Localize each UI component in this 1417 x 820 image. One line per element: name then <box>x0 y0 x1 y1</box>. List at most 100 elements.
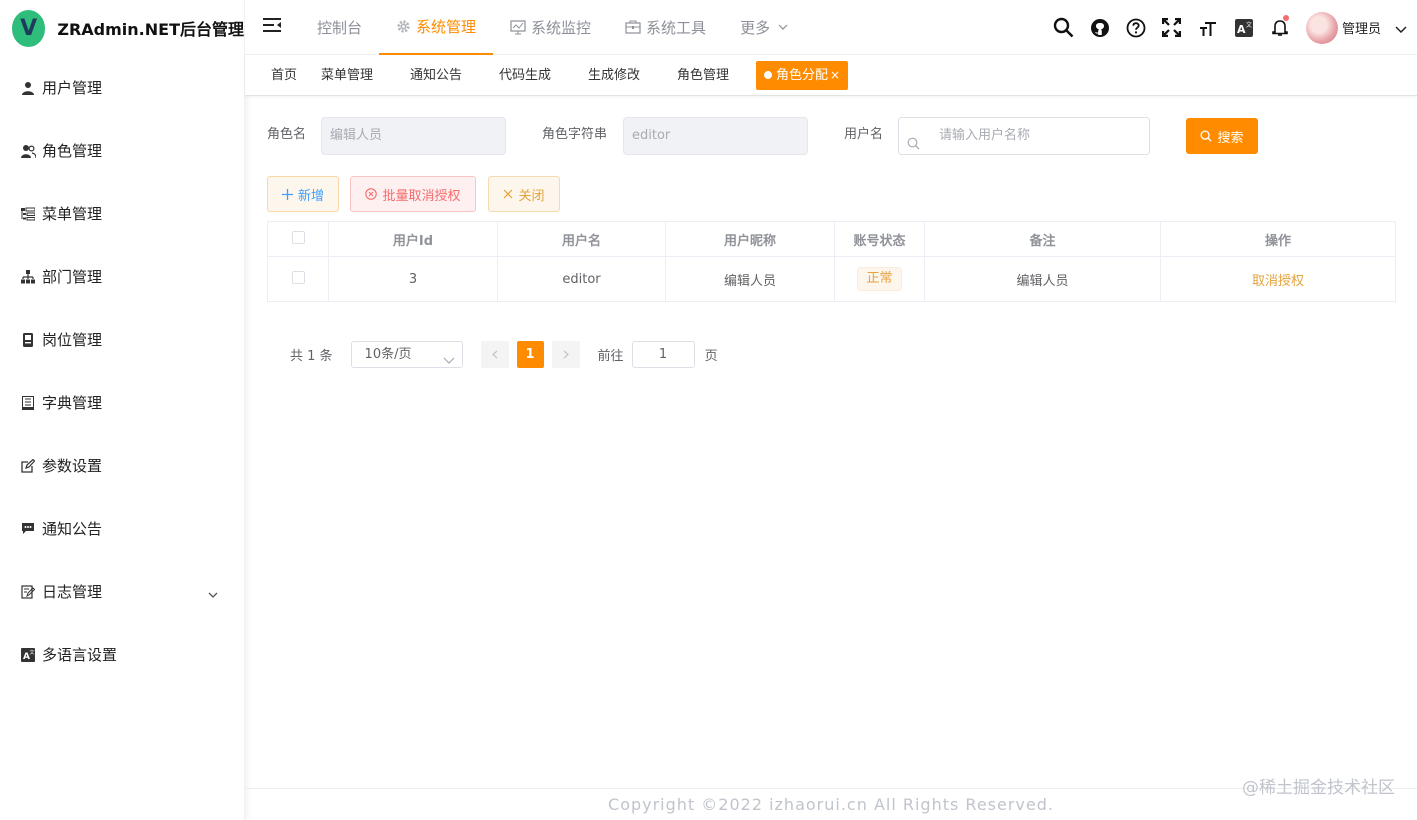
logo[interactable]: V ZRAdmin.NET后台管理 <box>0 0 244 56</box>
column-header: 操作 <box>1160 221 1396 257</box>
search-button-label: 搜索 <box>1217 130 1244 146</box>
help-icon[interactable] <box>1118 0 1154 55</box>
logo-icon: V <box>12 9 46 47</box>
close-button[interactable]: 关闭 <box>488 176 560 212</box>
page-number-current[interactable]: 1 <box>516 341 544 368</box>
avatar <box>1305 11 1338 44</box>
page-size-select[interactable]: 10条/页 <box>350 341 463 368</box>
sidebar-item-posts[interactable]: 岗位管理 <box>0 308 244 371</box>
sidebar-item-config[interactable]: 参数设置 <box>0 434 244 497</box>
language-icon: A文 <box>20 647 36 663</box>
sidebar-item-users[interactable]: 用户管理 <box>0 56 244 119</box>
peoples-icon <box>20 143 36 159</box>
search-button[interactable]: 搜索 <box>1186 118 1258 154</box>
github-icon[interactable] <box>1082 0 1118 55</box>
select-all-checkbox[interactable] <box>291 230 305 244</box>
sidebar-item-roles[interactable]: 角色管理 <box>0 119 244 182</box>
column-header[interactable]: 用户Id <box>328 221 498 257</box>
user-menu[interactable]: 管理员 <box>1305 11 1407 44</box>
goto-label: 前往 <box>597 349 624 364</box>
add-button-label: 新增 <box>297 188 324 204</box>
sidebar-item-label: 岗位管理 <box>42 331 103 349</box>
chevron-down-icon <box>208 584 218 602</box>
sidebar-item-notice[interactable]: 通知公告 <box>0 497 244 560</box>
sidebar: V ZRAdmin.NET后台管理 用户管理 角色管理 菜单管理 部门管理 岗位… <box>0 0 245 820</box>
topnav-monitor[interactable]: 系统监控 <box>493 0 608 55</box>
add-button[interactable]: 新增 <box>267 176 339 212</box>
chevron-down-icon <box>1395 18 1407 37</box>
prev-page-button[interactable] <box>480 341 509 368</box>
close-button-label: 关闭 <box>518 188 545 204</box>
column-header[interactable]: 用户昵称 <box>665 221 835 257</box>
column-header[interactable]: 账号状态 <box>834 221 925 257</box>
batch-revoke-label: 批量取消授权 <box>382 188 461 204</box>
sidebar-item-dict[interactable]: 字典管理 <box>0 371 244 434</box>
cell-user-id: 3 <box>328 256 498 302</box>
sidebar-item-label: 通知公告 <box>42 520 103 538</box>
cell-remark: 编辑人员 <box>924 256 1161 302</box>
cell-action: 取消授权 <box>1160 256 1396 302</box>
tag-codegen[interactable]: 代码生成 <box>499 61 551 90</box>
tag-menus[interactable]: 菜单管理 <box>321 61 373 90</box>
tag-role-assign[interactable]: 角色分配 × <box>756 61 849 90</box>
sidebar-item-depts[interactable]: 部门管理 <box>0 245 244 308</box>
status-badge: 正常 <box>857 267 902 291</box>
hamburger-icon[interactable] <box>262 17 282 37</box>
search-icon <box>907 129 920 165</box>
dict-icon <box>20 395 36 411</box>
copyright-text: Copyright ©2022 izhaorui.cn All Rights R… <box>608 795 1054 814</box>
table-header-row: 用户Id 用户名 用户昵称 账号状态 备注 操作 <box>267 221 1396 257</box>
sidebar-item-label: 角色管理 <box>42 142 103 160</box>
tag-gen-edit[interactable]: 生成修改 <box>588 61 640 90</box>
tag-roles[interactable]: 角色管理 <box>677 61 729 90</box>
close-icon <box>503 189 513 199</box>
next-page-button[interactable] <box>551 341 580 368</box>
sidebar-item-label: 菜单管理 <box>42 205 103 223</box>
topnav-label: 更多 <box>740 18 771 37</box>
username-search-input[interactable]: 请输入用户名称 <box>898 117 1150 155</box>
top-nav: 控制台 系统管理 系统监控 系统工具 更多 <box>300 0 805 55</box>
batch-revoke-button[interactable]: 批量取消授权 <box>350 176 476 212</box>
fullscreen-icon[interactable] <box>1154 0 1190 55</box>
select-all-cell <box>267 221 329 257</box>
role-name-label: 角色名 <box>267 127 307 142</box>
tag-home[interactable]: 首页 <box>271 61 297 90</box>
topnav-tools[interactable]: 系统工具 <box>608 0 723 55</box>
column-header[interactable]: 用户名 <box>497 221 666 257</box>
search-icon[interactable] <box>1046 0 1082 55</box>
revoke-link[interactable]: 取消授权 <box>1252 274 1304 289</box>
role-key-field: editor <box>623 117 808 155</box>
topnav-more[interactable]: 更多 <box>723 0 805 55</box>
topnav-dashboard[interactable]: 控制台 <box>300 0 379 55</box>
sidebar-item-label: 多语言设置 <box>42 646 118 664</box>
pagination-total: 共 1 条 <box>290 349 333 364</box>
sidebar-item-label: 部门管理 <box>42 268 103 286</box>
sidebar-item-language[interactable]: A文 多语言设置 <box>0 623 244 686</box>
role-name-value: 编辑人员 <box>330 128 383 143</box>
user-table: 用户Id 用户名 用户昵称 账号状态 备注 操作 3 editor 编辑人员 正… <box>267 221 1396 302</box>
goto-page-input[interactable]: 1 <box>631 341 695 368</box>
topnav-label: 系统工具 <box>646 18 707 37</box>
gear-icon <box>396 19 411 34</box>
language-icon[interactable]: A文 <box>1226 0 1262 55</box>
sidebar-item-menus[interactable]: 菜单管理 <box>0 182 244 245</box>
row-checkbox[interactable] <box>291 270 305 284</box>
app-title: ZRAdmin.NET后台管理 <box>57 20 244 39</box>
main-content: 角色名 编辑人员 角色字符串 editor 用户名 请输入用户名称 搜索 新增 … <box>245 96 1417 788</box>
cell-nickname: 编辑人员 <box>665 256 835 302</box>
search-icon <box>1200 130 1213 142</box>
font-size-icon[interactable] <box>1190 0 1226 55</box>
circle-close-icon <box>365 188 378 200</box>
active-dot <box>764 71 772 79</box>
role-name-field: 编辑人员 <box>321 117 506 155</box>
sidebar-item-logs[interactable]: 日志管理 <box>0 560 244 623</box>
page-suffix: 页 <box>704 349 718 364</box>
header-actions: A文 管理员 <box>1046 0 1417 55</box>
message-icon <box>20 521 36 537</box>
user-name: 管理员 <box>1341 22 1381 37</box>
topnav-system[interactable]: 系统管理 <box>379 0 494 55</box>
close-icon[interactable]: × <box>830 68 840 82</box>
bell-icon[interactable] <box>1262 0 1298 55</box>
tag-notice[interactable]: 通知公告 <box>410 61 462 90</box>
column-header[interactable]: 备注 <box>924 221 1161 257</box>
